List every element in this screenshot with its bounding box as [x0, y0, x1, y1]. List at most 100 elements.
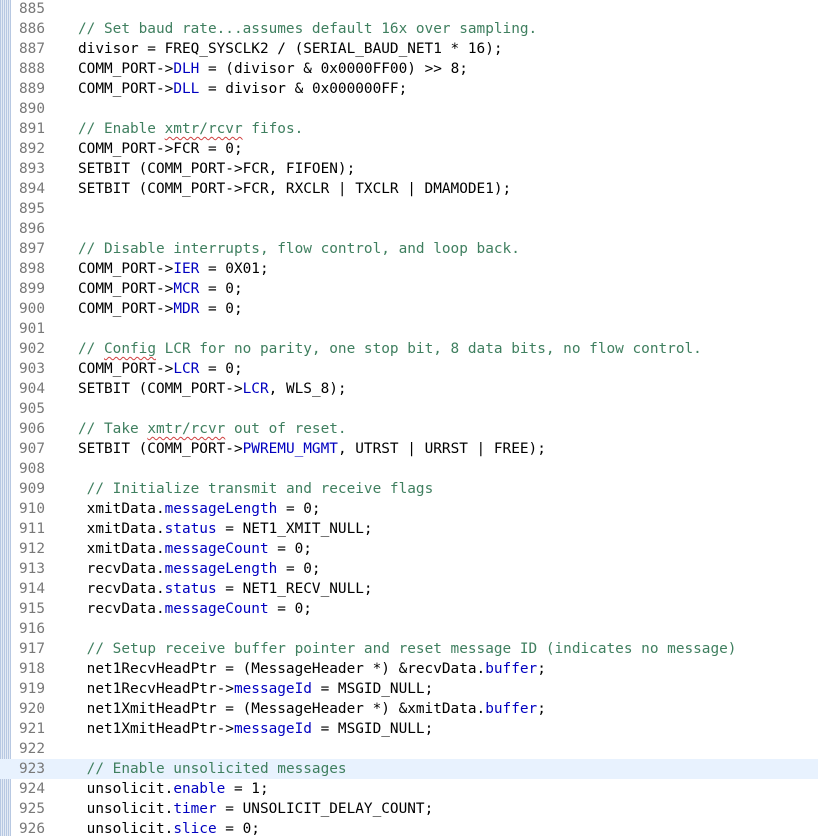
- code-text[interactable]: net1XmitHeadPtr = (MessageHeader *) &xmi…: [78, 699, 546, 719]
- code-text[interactable]: COMM_PORT->DLH = (divisor & 0x0000FF00) …: [78, 59, 468, 79]
- code-text[interactable]: // Take xmtr/rcvr out of reset.: [78, 419, 347, 439]
- code-line[interactable]: 921 net1XmitHeadPtr->messageId = MSGID_N…: [0, 719, 818, 739]
- code-line[interactable]: 902 // Config LCR for no parity, one stop…: [0, 339, 818, 359]
- code-text[interactable]: COMM_PORT->MDR = 0;: [78, 299, 243, 319]
- code-text[interactable]: COMM_PORT->LCR = 0;: [78, 359, 243, 379]
- line-number: 908: [19, 461, 45, 477]
- code-line[interactable]: 888 COMM_PORT->DLH = (divisor & 0x0000FF0…: [0, 59, 818, 79]
- code-text[interactable]: COMM_PORT->FCR = 0;: [78, 139, 243, 159]
- line-number: 889: [19, 81, 45, 97]
- code-line[interactable]: 899 COMM_PORT->MCR = 0;: [0, 279, 818, 299]
- code-text[interactable]: recvData.messageLength = 0;: [78, 559, 321, 579]
- code-line[interactable]: 923 // Enable unsolicited messages: [0, 759, 818, 779]
- line-number: 912: [19, 541, 45, 557]
- line-number: 894: [19, 181, 45, 197]
- line-number: 885: [19, 1, 45, 17]
- code-line[interactable]: 925 unsolicit.timer = UNSOLICIT_DELAY_CO…: [0, 799, 818, 819]
- line-number: 898: [19, 261, 45, 277]
- line-number: 926: [19, 821, 45, 836]
- code-text[interactable]: xmitData.messageLength = 0;: [78, 499, 321, 519]
- code-text[interactable]: net1RecvHeadPtr->messageId = MSGID_NULL;: [78, 679, 434, 699]
- code-text[interactable]: // Enable xmtr/rcvr fifos.: [78, 119, 303, 139]
- code-text[interactable]: xmitData.messageCount = 0;: [78, 539, 312, 559]
- code-text[interactable]: SETBIT (COMM_PORT->FCR, RXCLR | TXCLR | …: [78, 179, 511, 199]
- code-line[interactable]: 910 xmitData.messageLength = 0;: [0, 499, 818, 519]
- code-line[interactable]: 885: [0, 0, 818, 19]
- code-line[interactable]: 917 // Setup receive buffer pointer and …: [0, 639, 818, 659]
- code-text[interactable]: // Initialize transmit and receive flags: [78, 479, 434, 499]
- line-number: 890: [19, 101, 45, 117]
- code-line[interactable]: 893 SETBIT (COMM_PORT->FCR, FIFOEN);: [0, 159, 818, 179]
- line-number: 925: [19, 801, 45, 817]
- line-number: 918: [19, 661, 45, 677]
- code-text[interactable]: recvData.messageCount = 0;: [78, 599, 312, 619]
- line-number: 924: [19, 781, 45, 797]
- code-line[interactable]: 907 SETBIT (COMM_PORT->PWREMU_MGMT, UTRST…: [0, 439, 818, 459]
- code-text[interactable]: // Disable interrupts, flow control, and…: [78, 239, 520, 259]
- line-number: 896: [19, 221, 45, 237]
- code-text[interactable]: COMM_PORT->DLL = divisor & 0x000000FF;: [78, 79, 407, 99]
- code-line[interactable]: 904 SETBIT (COMM_PORT->LCR, WLS_8);: [0, 379, 818, 399]
- code-line[interactable]: 912 xmitData.messageCount = 0;: [0, 539, 818, 559]
- line-number: 923: [19, 761, 45, 777]
- code-line[interactable]: 919 net1RecvHeadPtr->messageId = MSGID_N…: [0, 679, 818, 699]
- code-line[interactable]: 895: [0, 199, 818, 219]
- code-line[interactable]: 914 recvData.status = NET1_RECV_NULL;: [0, 579, 818, 599]
- code-text[interactable]: SETBIT (COMM_PORT->LCR, WLS_8);: [78, 379, 347, 399]
- code-text[interactable]: // Config LCR for no parity, one stop bi…: [78, 339, 702, 359]
- code-text[interactable]: unsolicit.timer = UNSOLICIT_DELAY_COUNT;: [78, 799, 434, 819]
- code-line[interactable]: 913 recvData.messageLength = 0;: [0, 559, 818, 579]
- code-line[interactable]: 890: [0, 99, 818, 119]
- code-text[interactable]: xmitData.status = NET1_XMIT_NULL;: [78, 519, 373, 539]
- line-number: 910: [19, 501, 45, 517]
- line-number: 901: [19, 321, 45, 337]
- code-text[interactable]: unsolicit.enable = 1;: [78, 779, 269, 799]
- code-line[interactable]: 915 recvData.messageCount = 0;: [0, 599, 818, 619]
- code-line[interactable]: 887 divisor = FREQ_SYSCLK2 / (SERIAL_BAUD…: [0, 39, 818, 59]
- code-line[interactable]: 920 net1XmitHeadPtr = (MessageHeader *) …: [0, 699, 818, 719]
- code-text[interactable]: SETBIT (COMM_PORT->FCR, FIFOEN);: [78, 159, 355, 179]
- code-text[interactable]: net1RecvHeadPtr = (MessageHeader *) &rec…: [78, 659, 546, 679]
- code-line[interactable]: 897 // Disable interrupts, flow control, …: [0, 239, 818, 259]
- code-line[interactable]: 924 unsolicit.enable = 1;: [0, 779, 818, 799]
- code-text[interactable]: // Set baud rate...assumes default 16x o…: [78, 19, 537, 39]
- line-number: 920: [19, 701, 45, 717]
- code-line[interactable]: 894 SETBIT (COMM_PORT->FCR, RXCLR | TXCLR…: [0, 179, 818, 199]
- line-number: 919: [19, 681, 45, 697]
- code-line[interactable]: 900 COMM_PORT->MDR = 0;: [0, 299, 818, 319]
- code-line[interactable]: 906 // Take xmtr/rcvr out of reset.: [0, 419, 818, 439]
- code-line[interactable]: 896: [0, 219, 818, 239]
- line-number: 905: [19, 401, 45, 417]
- line-number: 911: [19, 521, 45, 537]
- code-line[interactable]: 922: [0, 739, 818, 759]
- code-text[interactable]: divisor = FREQ_SYSCLK2 / (SERIAL_BAUD_NE…: [78, 39, 503, 59]
- code-text[interactable]: net1XmitHeadPtr->messageId = MSGID_NULL;: [78, 719, 434, 739]
- code-line[interactable]: 891 // Enable xmtr/rcvr fifos.: [0, 119, 818, 139]
- code-line[interactable]: 889 COMM_PORT->DLL = divisor & 0x000000FF…: [0, 79, 818, 99]
- code-text[interactable]: // Setup receive buffer pointer and rese…: [78, 639, 737, 659]
- line-number: 902: [19, 341, 45, 357]
- line-number: 900: [19, 301, 45, 317]
- code-editor[interactable]: 885 886 // Set baud rate...assumes default…: [0, 0, 818, 836]
- code-text[interactable]: unsolicit.slice = 0;: [78, 819, 260, 836]
- code-line[interactable]: 905: [0, 399, 818, 419]
- line-number: 913: [19, 561, 45, 577]
- line-number: 903: [19, 361, 45, 377]
- line-number: 887: [19, 41, 45, 57]
- code-text[interactable]: COMM_PORT->MCR = 0;: [78, 279, 243, 299]
- code-text[interactable]: // Enable unsolicited messages: [78, 759, 347, 779]
- code-text[interactable]: COMM_PORT->IER = 0X01;: [78, 259, 269, 279]
- code-line[interactable]: 926 unsolicit.slice = 0;: [0, 819, 818, 836]
- code-line[interactable]: 918 net1RecvHeadPtr = (MessageHeader *) …: [0, 659, 818, 679]
- code-text[interactable]: recvData.status = NET1_RECV_NULL;: [78, 579, 373, 599]
- code-text[interactable]: SETBIT (COMM_PORT->PWREMU_MGMT, UTRST | …: [78, 439, 546, 459]
- code-line[interactable]: 909 // Initialize transmit and receive f…: [0, 479, 818, 499]
- code-line[interactable]: 892 COMM_PORT->FCR = 0;: [0, 139, 818, 159]
- code-line[interactable]: 901: [0, 319, 818, 339]
- code-line[interactable]: 898 COMM_PORT->IER = 0X01;: [0, 259, 818, 279]
- code-line[interactable]: 903 COMM_PORT->LCR = 0;: [0, 359, 818, 379]
- code-line[interactable]: 908: [0, 459, 818, 479]
- code-line[interactable]: 886 // Set baud rate...assumes default 16…: [0, 19, 818, 39]
- code-line[interactable]: 916: [0, 619, 818, 639]
- code-line[interactable]: 911 xmitData.status = NET1_XMIT_NULL;: [0, 519, 818, 539]
